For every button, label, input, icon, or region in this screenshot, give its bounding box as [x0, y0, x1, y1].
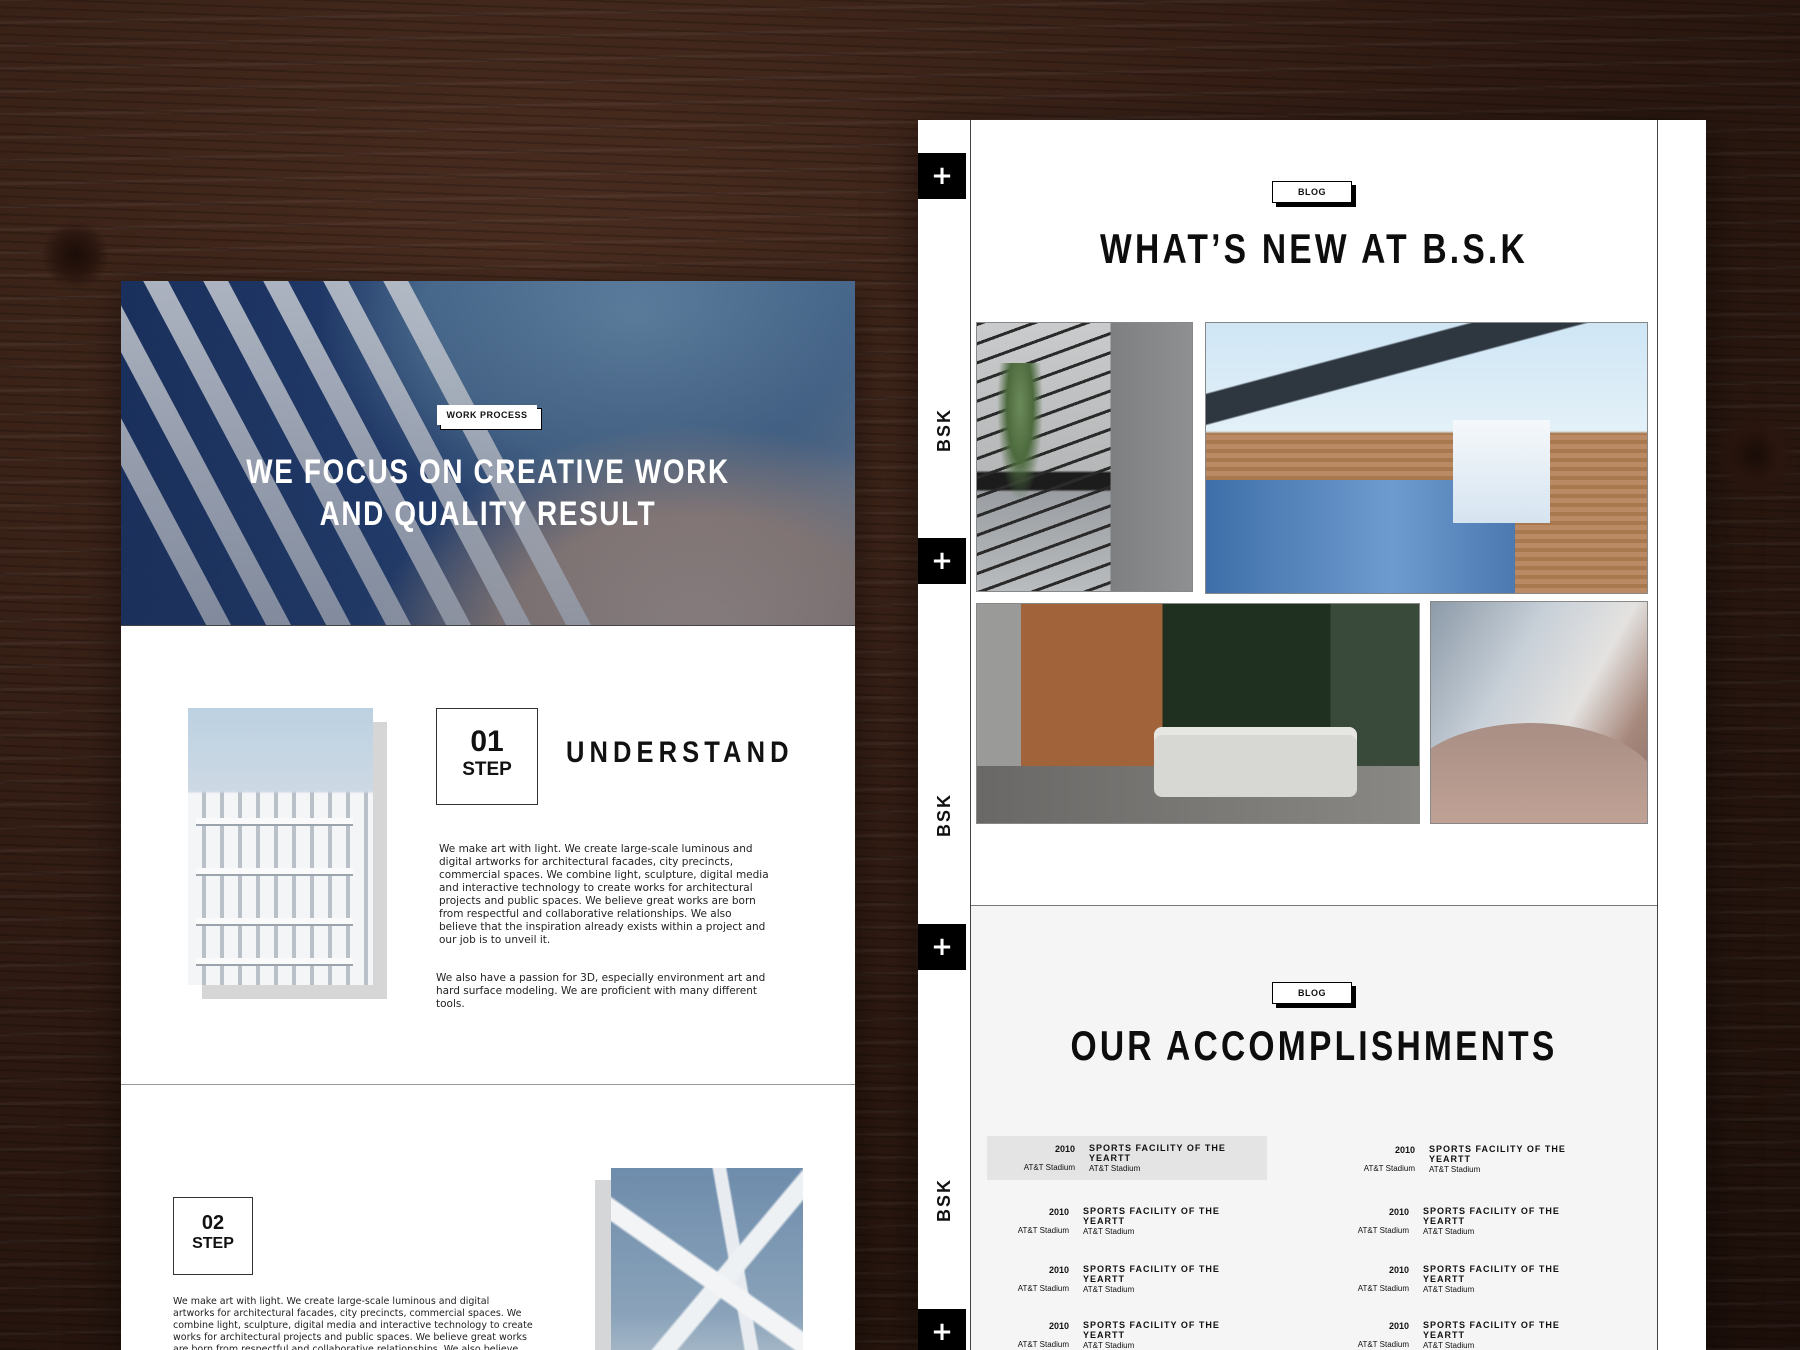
blog-badge: BLOG	[1272, 181, 1352, 203]
step-description: We make art with light. We create large-…	[439, 843, 769, 946]
bsk-side-label: BSK	[933, 792, 954, 837]
accomplishment-item[interactable]: 2010 SPORTS FACILITY OF THE YEARTT AT&T …	[981, 1257, 1261, 1301]
hero-banner: WORK PROCESS WE FOCUS ON CREATIVE WORK A…	[121, 281, 855, 625]
building-photo	[188, 708, 373, 985]
accomplishment-item[interactable]: 2010 SPORTS FACILITY OF THE YEARTT AT&T …	[1321, 1257, 1601, 1301]
step-number-box: 01 STEP	[436, 708, 538, 805]
work-process-page: WORK PROCESS WE FOCUS ON CREATIVE WORK A…	[121, 281, 855, 1350]
step-number-box: 02 STEP	[173, 1197, 253, 1275]
accomplishments-title: OUR ACCOMPLISHMENTS	[1070, 1022, 1558, 1069]
accomplishment-item[interactable]: 2010 SPORTS FACILITY OF THE YEARTT AT&T …	[1321, 1313, 1601, 1350]
step-section-2: 02 STEP We make art with light. We creat…	[121, 1086, 855, 1350]
accomplishment-item[interactable]: 2010 SPORTS FACILITY OF THE YEARTT AT&T …	[1327, 1137, 1607, 1181]
blog-badge: BLOG	[1272, 982, 1352, 1004]
right-rail-divider	[1657, 120, 1658, 1350]
wood-knot	[1710, 410, 1800, 500]
blog-page: + + + + BSK BSK BSK BLOG WHAT’S NEW AT B…	[918, 120, 1706, 1350]
accomplishment-item[interactable]: 2010 SPORTS FACILITY OF THE YEARTT AT&T …	[981, 1199, 1261, 1243]
news-image-living-room[interactable]	[976, 603, 1420, 824]
hero-title: WE FOCUS ON CREATIVE WORK AND QUALITY RE…	[246, 453, 730, 533]
glass-roof-photo	[611, 1168, 803, 1350]
bsk-side-label: BSK	[933, 1177, 954, 1222]
news-image-modern-house[interactable]	[1205, 322, 1648, 594]
expand-button[interactable]: +	[918, 153, 966, 199]
news-image-interior-stairs[interactable]	[976, 322, 1193, 592]
news-title: WHAT’S NEW AT B.S.K	[1100, 225, 1528, 272]
bsk-side-label: BSK	[933, 407, 954, 452]
expand-button[interactable]: +	[918, 924, 966, 970]
wood-knot	[40, 220, 110, 290]
accomplishment-item[interactable]: 2010 SPORTS FACILITY OF THE YEARTT AT&T …	[1321, 1199, 1601, 1243]
expand-button[interactable]: +	[918, 538, 966, 584]
step-heading: UNDERSTAND	[566, 736, 794, 769]
step-description-secondary: We also have a passion for 3D, especiall…	[436, 972, 766, 1010]
news-image-sculpture[interactable]	[1430, 601, 1648, 824]
expand-button[interactable]: +	[918, 1309, 966, 1350]
work-process-badge: WORK PROCESS	[437, 405, 537, 425]
accomplishment-item[interactable]: 2010 SPORTS FACILITY OF THE YEARTT AT&T …	[987, 1136, 1267, 1180]
accomplishments-section: BLOG OUR ACCOMPLISHMENTS 2010 SPORTS FAC…	[971, 905, 1657, 1350]
step-description: We make art with light. We create large-…	[173, 1296, 533, 1350]
accomplishment-item[interactable]: 2010 SPORTS FACILITY OF THE YEARTT AT&T …	[981, 1313, 1261, 1350]
step-section-understand: 01 STEP UNDERSTAND We make art with ligh…	[121, 625, 855, 1085]
